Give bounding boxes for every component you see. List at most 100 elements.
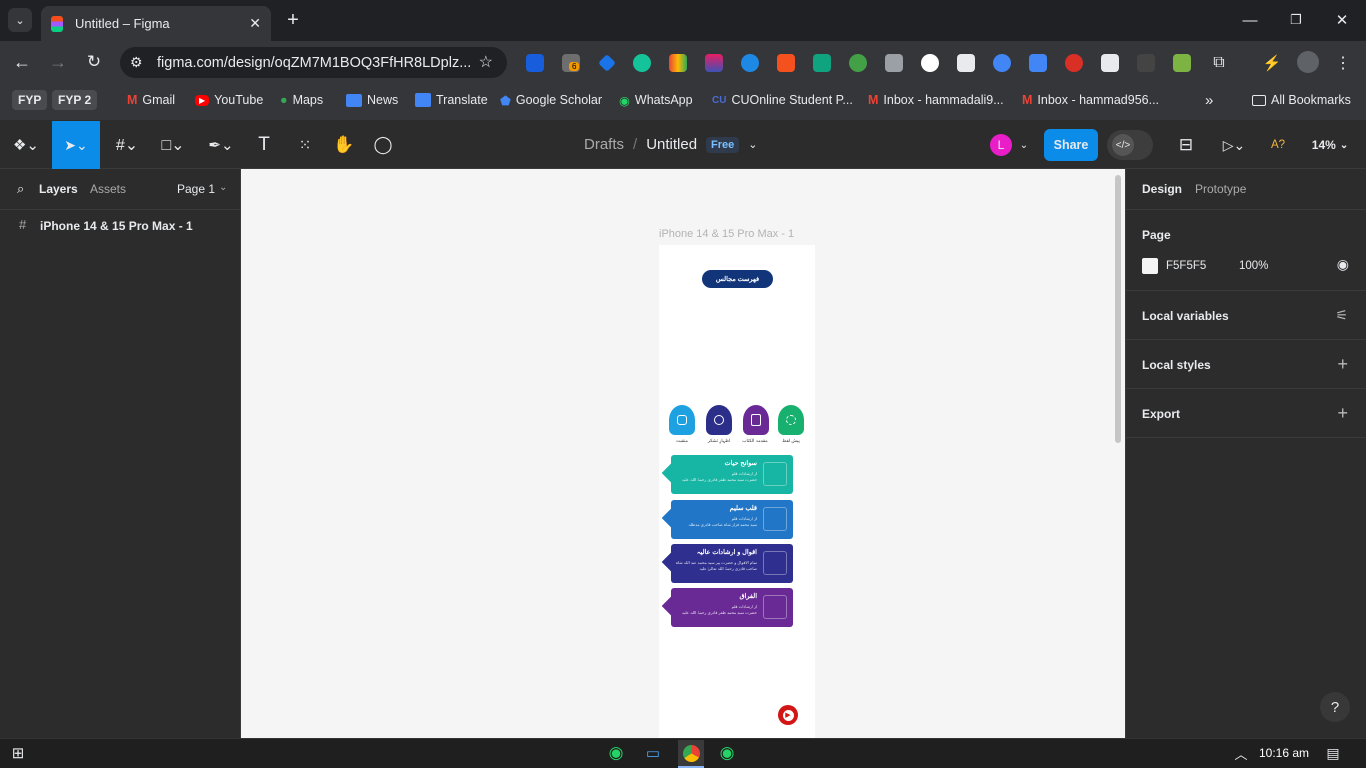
bitwarden-extension-icon[interactable] xyxy=(526,54,544,72)
tab-prototype[interactable]: Prototype xyxy=(1195,182,1246,196)
avatar-chevron-icon[interactable]: ⌄ xyxy=(1016,133,1032,157)
page-selector[interactable]: Page 1 ⌄ xyxy=(177,182,227,196)
bookmark-fyp-2[interactable]: FYP 2 xyxy=(52,90,98,110)
visibility-eye-icon[interactable]: ◉ xyxy=(1337,256,1349,273)
tab-assets[interactable]: Assets xyxy=(90,182,126,196)
clock[interactable]: 10:16 am xyxy=(1259,746,1309,760)
drop-extension-icon[interactable] xyxy=(741,54,759,72)
phone-frame[interactable]: فهرست مجالس منقبت اظہارِ تشکر مقدمہ الکت… xyxy=(659,245,815,738)
page-color-value[interactable]: F5F5F5 xyxy=(1166,260,1206,272)
shield-extension-icon[interactable] xyxy=(885,54,903,72)
design-canvas[interactable]: iPhone 14 & 15 Pro Max - 1 فهرست مجالس م… xyxy=(241,169,1125,738)
notifications-icon[interactable]: ▤ xyxy=(1323,743,1343,763)
bookmark-maps[interactable]: ● Maps xyxy=(280,91,323,109)
whatsapp-taskbar-icon-2[interactable]: ◉ xyxy=(717,743,737,763)
search-icon[interactable]: ⌕ xyxy=(17,181,24,197)
card-qalb-e-saleem[interactable]: قلب سلیم از ارشادات قلم سید محمد فراز شاہ… xyxy=(661,500,793,539)
minimize-icon[interactable]: — xyxy=(1238,8,1262,32)
bookmark-fyp[interactable]: FYP xyxy=(12,90,48,110)
chrome-taskbar-icon[interactable] xyxy=(678,740,704,768)
category-muqaddama[interactable] xyxy=(743,405,769,435)
card-al-firaq[interactable]: الفراق از ارشادات قلم حضرت سید محمد ظفر ق… xyxy=(661,588,793,627)
windows-start-icon[interactable]: ⊞ xyxy=(8,743,28,763)
frame-tool-icon[interactable]: #⌄ xyxy=(110,133,144,157)
hand-tool-icon[interactable]: ✋ xyxy=(332,133,356,157)
back-icon[interactable]: ← xyxy=(10,50,34,74)
file-name[interactable]: Untitled xyxy=(646,136,697,153)
breadcrumb-drafts[interactable]: Drafts xyxy=(584,136,624,153)
card-aqwal[interactable]: اقوال و ارشادات عالیہ تمام الاقوال و حضر… xyxy=(661,544,793,583)
extension-icon[interactable]: 6 xyxy=(562,54,580,72)
category-pesh-lafz[interactable] xyxy=(778,405,804,435)
address-bar[interactable]: ⚙ figma.com/design/oqZM7M1BOQ3FfHR8LDplz… xyxy=(120,47,507,78)
pen-tool-icon[interactable]: ✒⌄ xyxy=(204,133,238,157)
bookmark-translate[interactable]: Translate xyxy=(415,91,488,109)
site-info-icon[interactable]: ⚙ xyxy=(130,54,143,71)
reload-icon[interactable]: ↻ xyxy=(82,50,106,74)
shape-tool-icon[interactable]: □⌄ xyxy=(156,133,190,157)
all-bookmarks[interactable]: All Bookmarks xyxy=(1252,91,1351,109)
local-styles-section[interactable]: Local styles + xyxy=(1126,340,1366,389)
share-button[interactable]: Share xyxy=(1044,129,1098,161)
bookmark-gmail[interactable]: M Gmail xyxy=(127,91,175,109)
page-opacity-value[interactable]: 100% xyxy=(1239,260,1268,272)
tab-design[interactable]: Design xyxy=(1142,182,1182,196)
docs-extension-icon[interactable] xyxy=(1029,54,1047,72)
zoom-dropdown[interactable]: 14% ⌄ xyxy=(1306,133,1354,157)
category-izhar[interactable] xyxy=(706,405,732,435)
dev-mode-toggle[interactable]: </> xyxy=(1107,130,1153,160)
user-avatar[interactable]: L xyxy=(990,134,1012,156)
bookmark-cuonline[interactable]: CU CUOnline Student P... xyxy=(712,91,853,109)
glasses-extension-icon[interactable] xyxy=(957,54,975,72)
extensions-puzzle-icon[interactable]: ⧉ xyxy=(1207,51,1231,75)
page-color-swatch[interactable] xyxy=(1142,258,1158,274)
bookmark-inbox-2[interactable]: M Inbox - hammad956... xyxy=(1022,91,1159,109)
bookmark-google-scholar[interactable]: ⬟ Google Scholar xyxy=(500,91,602,109)
profile-avatar[interactable] xyxy=(1297,51,1319,73)
grey-extension-icon[interactable] xyxy=(1137,54,1155,72)
colorful-extension-icon[interactable] xyxy=(669,54,687,72)
comment-tool-icon[interactable]: ◯ xyxy=(371,133,395,157)
text-tool-icon[interactable]: T xyxy=(252,133,276,157)
globe-extension-icon[interactable] xyxy=(849,54,867,72)
present-play-icon[interactable]: ▷⌄ xyxy=(1216,133,1252,157)
header-title-badge[interactable]: فهرست مجالس xyxy=(702,270,773,288)
bookmark-inbox-1[interactable]: M Inbox - hammadali9... xyxy=(868,91,1004,109)
chrome-menu-icon[interactable]: ⋮ xyxy=(1333,51,1353,75)
bookmarks-overflow-icon[interactable]: » xyxy=(1205,91,1213,109)
bookmark-star-icon[interactable]: ☆ xyxy=(479,52,493,72)
layer-row[interactable]: # iPhone 14 & 15 Pro Max - 1 xyxy=(0,216,240,236)
chatgpt-extension-icon[interactable] xyxy=(813,54,831,72)
tray-chevron-icon[interactable]: ︿ xyxy=(1231,743,1251,763)
bookmark-news[interactable]: News xyxy=(346,91,398,109)
move-tool-icon[interactable]: ➤⌄ xyxy=(52,121,100,169)
window-close-icon[interactable]: ✕ xyxy=(1330,8,1354,32)
mega-extension-icon[interactable] xyxy=(1065,54,1083,72)
restore-icon[interactable]: ❐ xyxy=(1284,8,1308,32)
cart-extension-icon[interactable] xyxy=(1173,54,1191,72)
local-variables-section[interactable]: Local variables ⚟ xyxy=(1126,291,1366,340)
percent-extension-icon[interactable] xyxy=(777,54,795,72)
whatsapp-taskbar-icon[interactable]: ◉ xyxy=(606,743,626,763)
canvas-scrollbar[interactable] xyxy=(1115,175,1121,443)
library-book-icon[interactable]: ⊟ xyxy=(1174,133,1198,157)
bookmark-youtube[interactable]: ▶ YouTube xyxy=(195,91,263,109)
file-menu-chevron-icon[interactable]: ⌄ xyxy=(748,138,757,151)
new-tab-icon[interactable]: + xyxy=(281,8,305,32)
performance-icon[interactable]: ⚡ xyxy=(1260,51,1284,75)
ai-actions-icon[interactable]: A? xyxy=(1266,133,1290,157)
x-extension-icon[interactable] xyxy=(921,54,939,72)
components-tool-icon[interactable]: ⁙ xyxy=(293,133,317,157)
grammarly-extension-icon[interactable] xyxy=(633,54,651,72)
forward-icon[interactable]: → xyxy=(46,50,70,74)
tab-close-icon[interactable]: ✕ xyxy=(249,15,261,32)
c-extension-icon[interactable] xyxy=(993,54,1011,72)
export-section[interactable]: Export + xyxy=(1126,389,1366,438)
add-style-icon[interactable]: + xyxy=(1337,354,1348,375)
youtube-play-icon[interactable]: ▶ xyxy=(778,705,798,725)
figma-main-menu-icon[interactable]: ❖⌄ xyxy=(10,133,42,157)
tab-search-button[interactable]: ⌄ xyxy=(8,8,32,32)
desktop-taskbar-icon[interactable]: ▭ xyxy=(643,743,663,763)
help-button[interactable]: ? xyxy=(1320,692,1350,722)
palette-extension-icon[interactable] xyxy=(705,54,723,72)
